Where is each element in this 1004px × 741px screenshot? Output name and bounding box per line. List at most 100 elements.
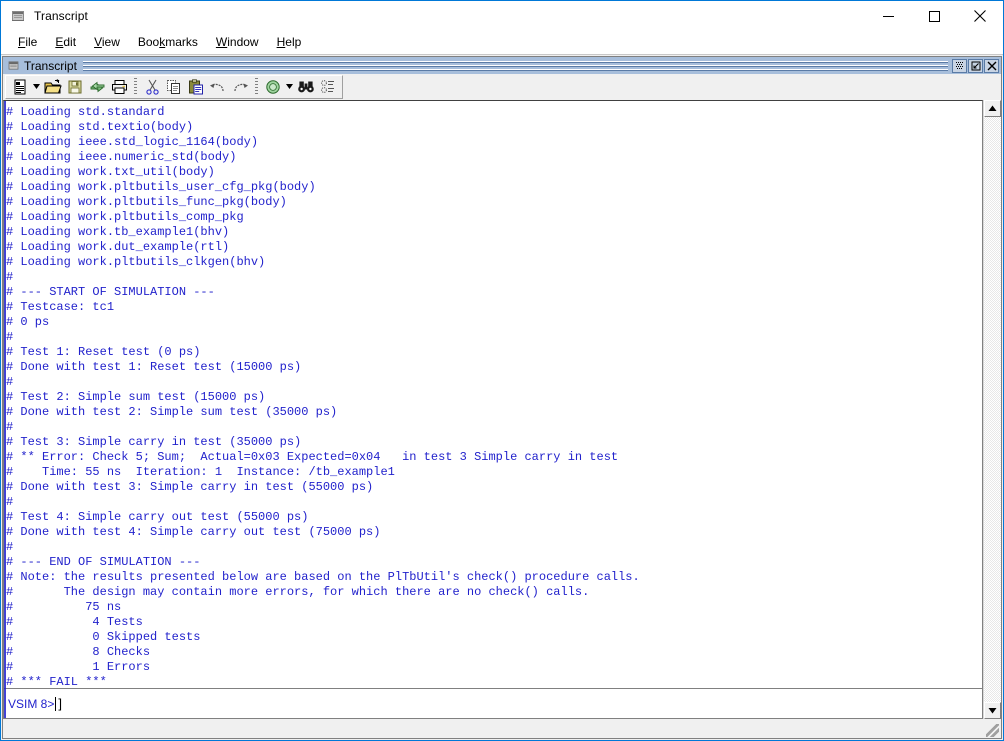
find-button[interactable] [295, 76, 317, 98]
resize-grip[interactable] [986, 724, 999, 737]
transcript-line: # ** Error: Check 5; Sum; Actual=0x03 Ex… [6, 450, 619, 464]
child-window-title: Transcript [24, 58, 77, 73]
transcript-line: # Loading work.pltbutils_clkgen(bhv) [6, 255, 266, 269]
transcript-line: # [6, 270, 14, 284]
caption-button-group [865, 1, 1003, 31]
goto-button[interactable] [317, 76, 339, 98]
transcript-line: # Loading ieee.numeric_std(body) [6, 150, 237, 164]
transcript-child-window: Transcript # Loading std.standard # Load… [2, 56, 1002, 739]
transcript-line: # Loading work.pltbutils_comp_pkg [6, 210, 244, 224]
simulate-button[interactable] [262, 76, 284, 98]
drag-handle[interactable] [82, 59, 948, 72]
transcript-line: # Testcase: tc1 [6, 300, 115, 314]
menu-item-edit[interactable]: Edit [46, 33, 85, 52]
transcript-region: # Loading std.standard # Loading std.text… [3, 100, 1001, 719]
transcript-line: # --- START OF SIMULATION --- [6, 285, 215, 299]
transcript-output[interactable]: # Loading std.standard # Loading std.text… [4, 101, 982, 688]
transcript-line: # [6, 420, 14, 434]
transcript-line: # Done with test 4: Simple carry out tes… [6, 525, 381, 539]
cut-button[interactable] [141, 76, 163, 98]
vertical-scroll-track[interactable] [984, 117, 1001, 702]
close-button[interactable] [957, 1, 1003, 31]
accelerator-key: W [215, 34, 228, 49]
menu-item-file[interactable]: File [9, 33, 46, 52]
paste-button[interactable] [185, 76, 207, 98]
transcript-line: # *** FAIL *** [6, 675, 107, 688]
toolbar-separator [134, 77, 137, 96]
modelsim-icon [10, 8, 26, 24]
toolbar [3, 74, 1001, 100]
accelerator-key: V [94, 34, 102, 49]
window-title: Transcript [34, 9, 88, 23]
transcript-line: # Test 3: Simple carry in test (35000 ps… [6, 435, 302, 449]
accelerator-key: k [159, 34, 166, 49]
transcript-line: # The design may contain more errors, fo… [6, 585, 590, 599]
redo-button[interactable] [229, 76, 251, 98]
transcript-line: # Note: the results presented below are … [6, 570, 640, 584]
menu-item-help[interactable]: Help [268, 33, 311, 52]
scroll-down-icon[interactable] [984, 702, 1001, 719]
reload-button[interactable] [86, 76, 108, 98]
open-file-button[interactable] [42, 76, 64, 98]
undo-button[interactable] [207, 76, 229, 98]
transcript-line: # [6, 330, 14, 344]
menu-bar: File Edit View Bookmarks Window Help [1, 31, 1003, 54]
accelerator-key: F [18, 34, 26, 49]
menu-item-view[interactable]: View [85, 33, 129, 52]
prompt-label: VSIM 8> [8, 696, 55, 711]
transcript-line: # Done with test 3: Simple carry in test… [6, 480, 374, 494]
new-file-button[interactable] [9, 76, 31, 98]
transcript-line: # Time: 55 ns Iteration: 1 Instance: /tb… [6, 465, 395, 479]
copy-button[interactable] [163, 76, 185, 98]
child-window-body: # Loading std.standard # Loading std.text… [3, 74, 1001, 738]
transcript-line: # Loading work.tb_example1(bhv) [6, 225, 230, 239]
transcript-line: # Test 4: Simple carry out test (55000 p… [6, 510, 309, 524]
prompt-bracket-icon: ] [58, 696, 62, 711]
restore-button[interactable] [968, 58, 983, 73]
minimize-button[interactable] [865, 1, 911, 31]
transcript-line: # Loading work.pltbutils_user_cfg_pkg(bo… [6, 180, 316, 194]
application-window: Transcript File Edit View Bookmarks Window He… [0, 0, 1004, 741]
status-strip [3, 719, 1001, 738]
transcript-line: # Loading ieee.std_logic_1164(body) [6, 135, 259, 149]
close-child-button[interactable] [984, 58, 999, 73]
transcript-line: # Loading work.pltbutils_func_pkg(body) [6, 195, 287, 209]
transcript-line: # 0 Skipped tests [6, 630, 201, 644]
command-prompt-row[interactable]: VSIM 8> ] [4, 688, 982, 718]
child-button-group [952, 58, 999, 73]
toolbar-separator [255, 77, 258, 96]
transcript-panel: # Loading std.standard # Loading std.text… [3, 100, 983, 719]
transcript-line: # Loading work.txt_util(body) [6, 165, 215, 179]
vertical-scrollbar[interactable] [983, 100, 1001, 719]
transcript-line: # --- END OF SIMULATION --- [6, 555, 201, 569]
transcript-line: # Loading std.standard [6, 105, 165, 119]
transcript-line: # 8 Checks [6, 645, 151, 659]
menu-item-window[interactable]: Window [207, 33, 268, 52]
child-title-bar[interactable]: Transcript [3, 57, 1001, 74]
transcript-line: # [6, 495, 14, 509]
transcript-body: # Loading std.standard # Loading std.text… [4, 101, 982, 718]
scroll-up-icon[interactable] [984, 100, 1001, 117]
transcript-line: # 75 ns [6, 600, 122, 614]
save-file-button[interactable] [64, 76, 86, 98]
chevron-down-icon[interactable] [31, 76, 42, 98]
transcript-line: # Test 1: Reset test (0 ps) [6, 345, 201, 359]
mdi-area: Transcript # Loading std.standard # Load… [1, 54, 1003, 740]
accelerator-key: H [276, 34, 286, 49]
transcript-line: # Done with test 1: Reset test (15000 ps… [6, 360, 302, 374]
transcript-line: # Loading work.dut_example(rtl) [6, 240, 230, 254]
caret [55, 696, 57, 711]
chevron-down-icon[interactable] [284, 76, 295, 98]
transcript-line: # 1 Errors [6, 660, 151, 674]
transcript-line: # [6, 375, 14, 389]
undock-button[interactable] [952, 58, 967, 73]
transcript-line: # [6, 540, 14, 554]
modelsim-icon [7, 59, 20, 72]
maximize-button[interactable] [911, 1, 957, 31]
transcript-line: # 4 Tests [6, 615, 143, 629]
text-cursor-bar [4, 101, 6, 718]
title-bar: Transcript [1, 1, 1003, 31]
print-button[interactable] [108, 76, 130, 98]
menu-item-bookmarks[interactable]: Bookmarks [129, 33, 207, 52]
toolbar-inner [5, 74, 343, 99]
